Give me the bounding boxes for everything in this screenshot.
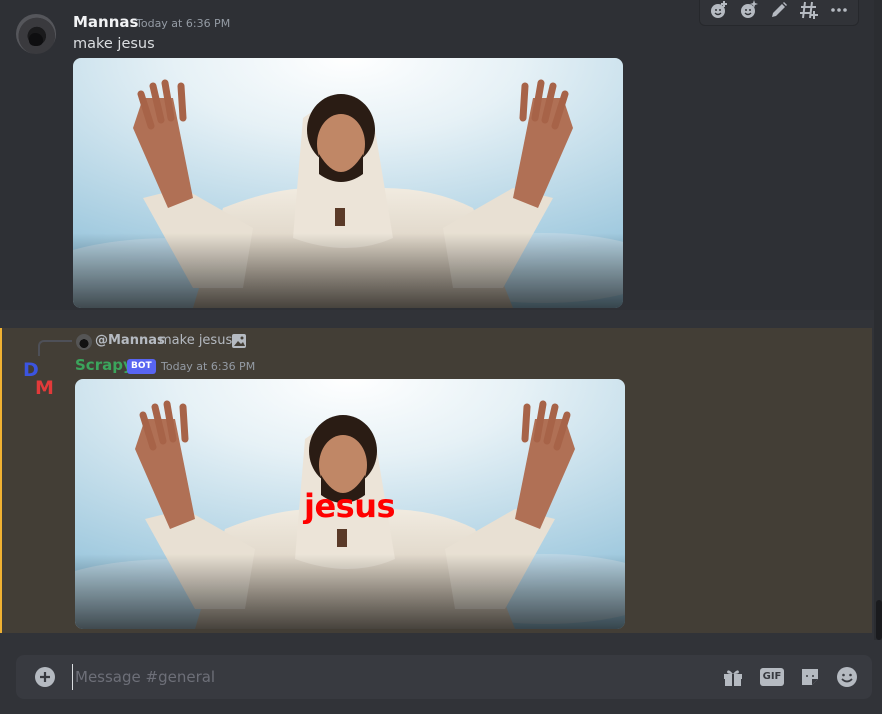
chat-frame: Mannas Today at 6:36 PM make jesus @Mann… [0, 0, 882, 714]
gif-icon[interactable]: GIF [759, 665, 785, 689]
message-author[interactable]: Scrapy [75, 356, 133, 374]
avatar-letter-m: M [35, 377, 54, 398]
image-icon [232, 334, 246, 348]
sticker-icon[interactable] [798, 665, 822, 689]
bot-badge: BOT [127, 359, 156, 374]
edit-icon[interactable] [765, 0, 793, 24]
message-timestamp: Today at 6:36 PM [161, 360, 256, 373]
message-composer: GIF [16, 655, 872, 699]
bot-avatar[interactable]: D M [20, 358, 60, 398]
plus-icon[interactable] [34, 666, 56, 688]
message-content: make jesus [73, 36, 155, 52]
gift-icon[interactable] [721, 665, 745, 689]
emoji-icon[interactable] [835, 665, 859, 689]
more-icon[interactable] [825, 0, 853, 24]
reply-author[interactable]: @Mannas [95, 333, 165, 348]
message-timestamp: Today at 6:36 PM [136, 17, 231, 30]
reply-text[interactable]: make jesus [159, 333, 232, 348]
message-mannas[interactable]: Mannas Today at 6:36 PM make jesus [0, 0, 882, 310]
message-input[interactable] [72, 664, 672, 690]
super-reaction-icon[interactable] [735, 0, 763, 24]
scrollbar-thumb[interactable] [876, 600, 882, 640]
add-reaction-icon[interactable] [705, 0, 733, 24]
message-actions-toolbar [699, 0, 859, 26]
image-attachment[interactable] [73, 58, 623, 308]
scrollbar-track[interactable] [874, 0, 882, 640]
gif-label: GIF [759, 668, 785, 686]
reply-avatar[interactable] [76, 334, 92, 350]
image-caption: jesus [304, 487, 396, 525]
image-attachment[interactable]: jesus [75, 379, 625, 629]
reply-connector [38, 340, 72, 356]
message-author[interactable]: Mannas [73, 13, 138, 31]
message-scrapy[interactable]: @Mannas make jesus D M Scrapy BOT Today … [0, 328, 872, 633]
user-avatar[interactable] [16, 14, 56, 54]
create-thread-icon[interactable] [795, 0, 823, 24]
